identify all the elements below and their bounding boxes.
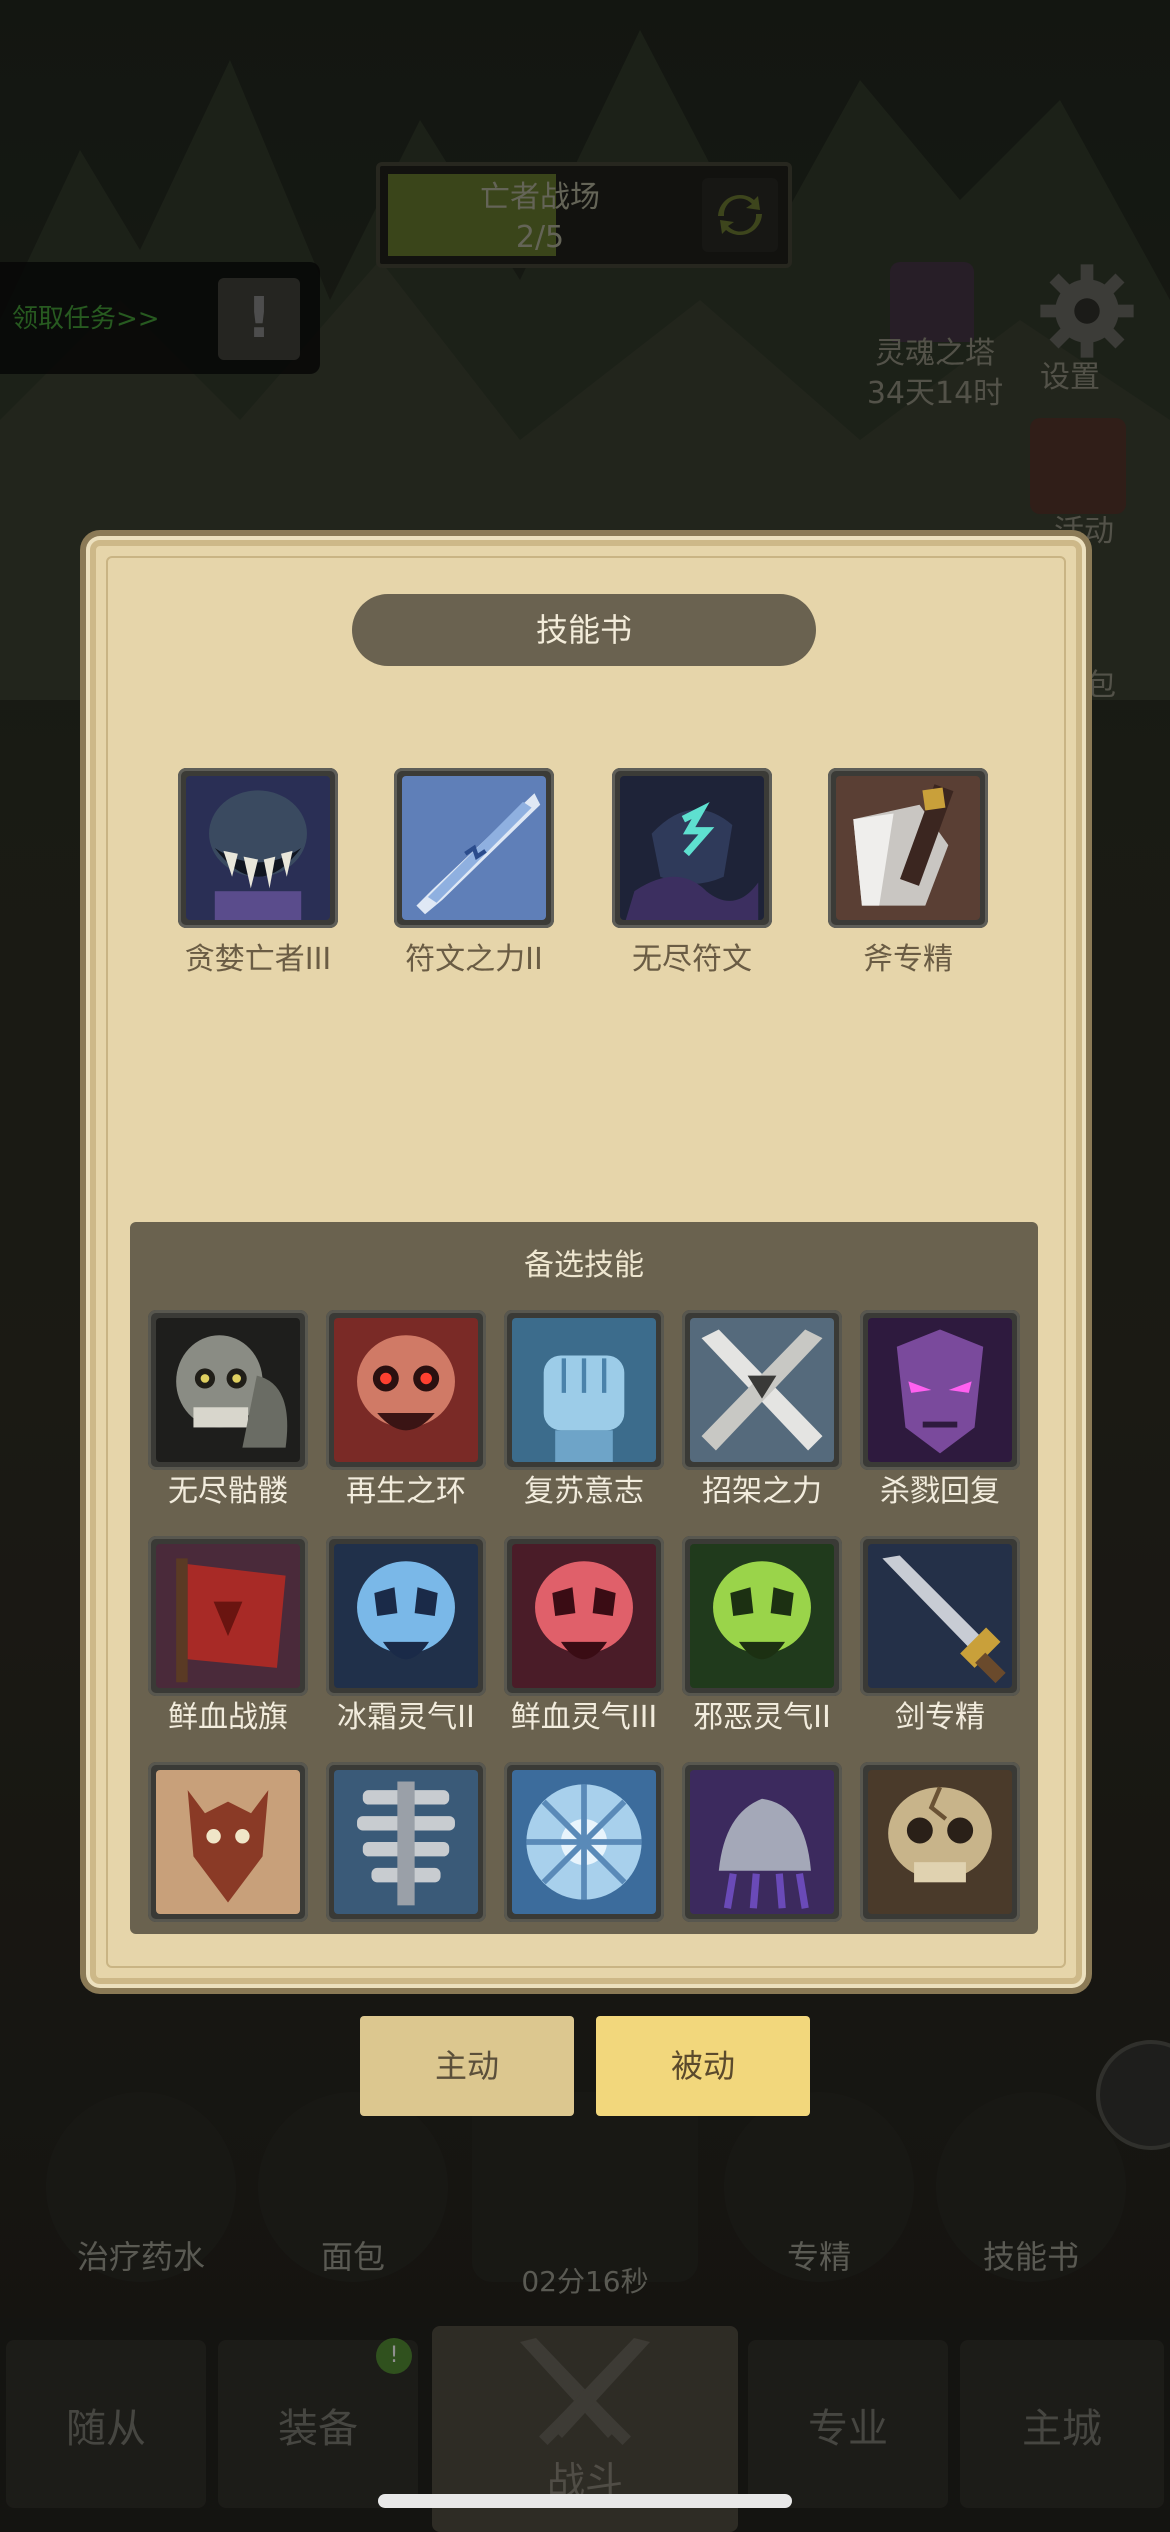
crossed-blades-icon: [690, 1318, 834, 1462]
spine-icon: [334, 1770, 478, 1914]
fist-icon: [512, 1318, 656, 1462]
equipped-skill-name-2: 无尽符文: [632, 942, 752, 977]
axe-icon: [836, 776, 980, 920]
tab-active-skills[interactable]: 主动: [360, 2016, 574, 2116]
reserve-skill-name-5: 鲜血战旗: [168, 1700, 288, 1735]
reserve-skill-6[interactable]: [326, 1536, 486, 1696]
reserve-skill-name-0: 无尽骷髅: [168, 1474, 288, 1509]
skeleton-icon: [156, 1318, 300, 1462]
reserve-skill-12[interactable]: [504, 1762, 664, 1922]
rune-gauntlet-icon: [620, 776, 764, 920]
reserve-skill-name-2: 复苏意志: [524, 1474, 644, 1509]
frost-skull-icon: [334, 1544, 478, 1688]
equipped-skill-2[interactable]: [612, 768, 772, 928]
reserve-skill-name-1: 再生之环: [346, 1474, 466, 1509]
reserve-skill-name-3: 招架之力: [702, 1474, 822, 1509]
equipped-skill-name-0: 贪婪亡者III: [184, 942, 332, 977]
equipped-skill-name-1: 符文之力II: [405, 942, 543, 977]
horned-mask-icon: [156, 1770, 300, 1914]
reserve-skill-name-7: 鲜血灵气III: [510, 1700, 658, 1735]
reserve-skill-1[interactable]: [326, 1310, 486, 1470]
equipped-skill-name-3: 斧专精: [863, 942, 953, 977]
reserve-skill-0[interactable]: [148, 1310, 308, 1470]
reserve-skill-4[interactable]: [860, 1310, 1020, 1470]
blood-skull-icon: [512, 1544, 656, 1688]
cracked-skull-icon: [868, 1770, 1012, 1914]
reserve-skill-name-6: 冰霜灵气II: [337, 1700, 475, 1735]
equipped-skill-1[interactable]: [394, 768, 554, 928]
unholy-skull-icon: [690, 1544, 834, 1688]
dialog-title: 技能书: [535, 611, 632, 649]
reserve-skill-2[interactable]: [504, 1310, 664, 1470]
home-indicator[interactable]: [378, 2494, 792, 2508]
reserve-skill-8[interactable]: [682, 1536, 842, 1696]
tab-passive-skills[interactable]: 被动: [596, 2016, 810, 2116]
reserve-skill-5[interactable]: [148, 1536, 308, 1696]
reserve-skill-name-4: 杀戮回复: [880, 1474, 1000, 1509]
ice-shield-icon: [512, 1770, 656, 1914]
reserve-skills-row-3: [130, 1760, 1038, 1922]
reserve-skill-14[interactable]: [860, 1762, 1020, 1922]
reserve-skill-3[interactable]: [682, 1310, 842, 1470]
reserve-skill-13[interactable]: [682, 1762, 842, 1922]
rune-blade-icon: [402, 776, 546, 920]
equipped-skill-3[interactable]: [828, 768, 988, 928]
reserve-skill-11[interactable]: [326, 1762, 486, 1922]
claw-icon: [690, 1770, 834, 1914]
reserve-skill-name-8: 邪恶灵气II: [693, 1700, 831, 1735]
purple-demon-icon: [868, 1318, 1012, 1462]
reserve-skills-title: 备选技能: [524, 1248, 644, 1283]
sword-icon: [868, 1544, 1012, 1688]
reserve-skill-name-9: 剑专精: [895, 1700, 985, 1735]
reserve-skill-9[interactable]: [860, 1536, 1020, 1696]
reserve-skill-10[interactable]: [148, 1762, 308, 1922]
red-skull-icon: [334, 1318, 478, 1462]
ghoul-maw-icon: [186, 776, 330, 920]
reserve-skill-7[interactable]: [504, 1536, 664, 1696]
blood-banner-icon: [156, 1544, 300, 1688]
equipped-skill-0[interactable]: [178, 768, 338, 928]
